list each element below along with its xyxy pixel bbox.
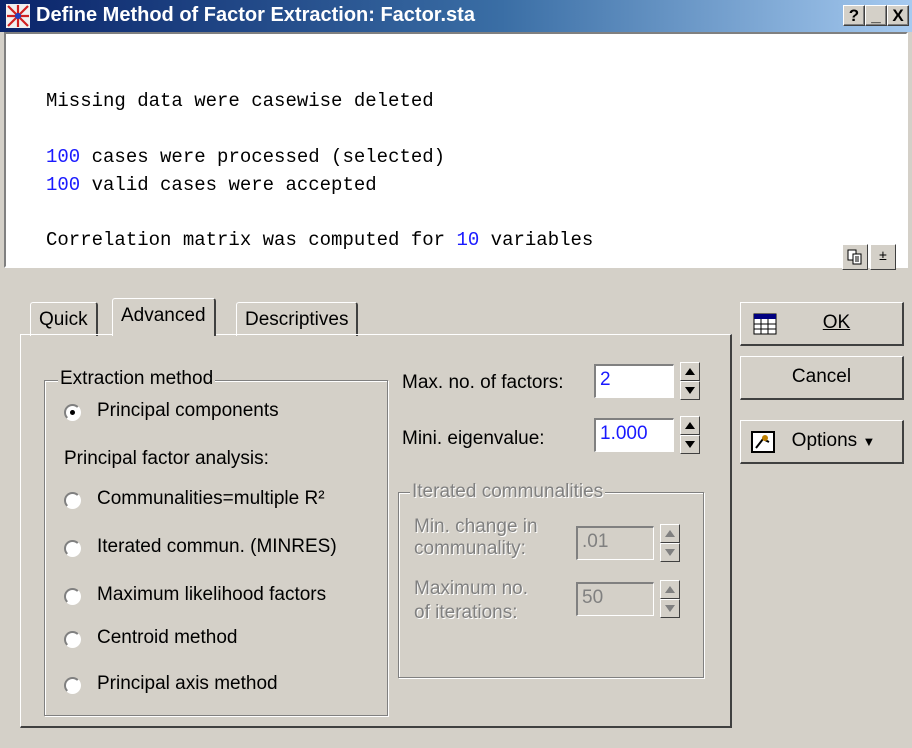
copy-button[interactable] (842, 244, 868, 270)
radio-centroid[interactable] (64, 631, 81, 648)
variable-count: 10 (456, 229, 480, 251)
spin-down-button[interactable] (680, 435, 700, 454)
options-button[interactable]: Options ▼ (740, 420, 904, 464)
cancel-button[interactable]: Cancel (740, 356, 904, 400)
spreadsheet-icon (753, 313, 777, 335)
ok-button[interactable]: OK (740, 302, 904, 346)
label-centroid: Centroid method (97, 627, 238, 648)
radio-iterated-commun[interactable] (64, 540, 81, 557)
copy-icon (847, 249, 862, 265)
help-button[interactable]: ? (843, 5, 865, 26)
max-iterations-spinner[interactable] (660, 580, 680, 618)
log-line-accepted: 100 valid cases were accepted (46, 174, 377, 196)
max-iterations-label-1: Maximum no. (414, 578, 529, 599)
arrow-up-icon (665, 586, 675, 593)
spin-down-button[interactable] (680, 381, 700, 400)
arrow-down-icon (685, 441, 695, 448)
arrow-down-icon (685, 387, 695, 394)
log-text: cases were processed (selected) (80, 146, 446, 168)
valid-count: 100 (46, 174, 81, 196)
log-line-processed: 100 cases were processed (selected) (46, 146, 445, 168)
app-icon (6, 4, 30, 28)
label-maximum-likelihood: Maximum likelihood factors (97, 584, 327, 605)
label-communalities: Communalities=multiple R² (97, 488, 325, 509)
spin-down-button[interactable] (660, 599, 680, 618)
expand-button[interactable]: ± (870, 244, 896, 270)
pfa-heading: Principal factor analysis: (64, 448, 269, 469)
options-icon (751, 431, 775, 453)
radio-principal-components[interactable] (64, 404, 81, 421)
eigenvalue-label: Mini. eigenvalue: (402, 428, 545, 449)
options-label: Options (791, 430, 858, 451)
radio-communalities[interactable] (64, 492, 81, 509)
radio-maximum-likelihood[interactable] (64, 588, 81, 605)
arrow-up-icon (685, 368, 695, 375)
arrow-down-icon (665, 549, 675, 556)
spin-down-button[interactable] (660, 543, 680, 562)
arrow-up-icon (665, 530, 675, 537)
max-factors-input[interactable]: 2 (594, 364, 674, 398)
dropdown-arrow-icon: ▼ (862, 434, 876, 449)
output-log: Missing data were casewise deleted 100 c… (4, 32, 908, 270)
tab-quick[interactable]: Quick (30, 302, 98, 336)
processed-count: 100 (46, 146, 81, 168)
label-principal-components: Principal components (97, 400, 279, 421)
arrow-up-icon (685, 422, 695, 429)
radio-selected-dot (70, 410, 75, 415)
arrow-down-icon (665, 605, 675, 612)
ok-label: OK (822, 312, 851, 333)
eigenvalue-input[interactable]: 1.000 (594, 418, 674, 452)
log-text: Correlation matrix was computed for (46, 229, 457, 251)
log-text: valid cases were accepted (80, 174, 377, 196)
label-iterated-commun: Iterated commun. (MINRES) (97, 536, 337, 557)
window-title: Define Method of Factor Extraction: Fact… (36, 4, 475, 26)
radio-principal-axis[interactable] (64, 677, 81, 694)
max-factors-spinner[interactable] (680, 362, 700, 400)
max-factors-label: Max. no. of factors: (402, 372, 564, 393)
tab-advanced[interactable]: Advanced (112, 298, 216, 336)
log-text: variables (479, 229, 594, 251)
min-change-spinner[interactable] (660, 524, 680, 562)
extraction-method-label: Extraction method (58, 368, 216, 390)
close-button[interactable]: X (887, 5, 909, 26)
spin-up-button[interactable] (660, 580, 680, 599)
max-iterations-input[interactable]: 50 (576, 582, 654, 616)
label-principal-axis: Principal axis method (97, 673, 278, 694)
log-line-missing: Missing data were casewise deleted (46, 90, 434, 112)
eigenvalue-spinner[interactable] (680, 416, 700, 454)
log-line-correlation: Correlation matrix was computed for 10 v… (46, 229, 593, 251)
min-change-input[interactable]: .01 (576, 526, 654, 560)
min-change-label-1: Min. change in (414, 516, 538, 537)
tab-descriptives[interactable]: Descriptives (236, 302, 359, 336)
spin-up-button[interactable] (680, 362, 700, 381)
title-bar[interactable]: Define Method of Factor Extraction: Fact… (0, 0, 912, 32)
minimize-button[interactable]: _ (865, 5, 887, 26)
iterated-communalities-label: Iterated communalities (410, 481, 606, 503)
min-change-label-2: communality: (414, 538, 526, 559)
spin-up-button[interactable] (680, 416, 700, 435)
max-iterations-label-2: of iterations: (414, 602, 518, 623)
spin-up-button[interactable] (660, 524, 680, 543)
